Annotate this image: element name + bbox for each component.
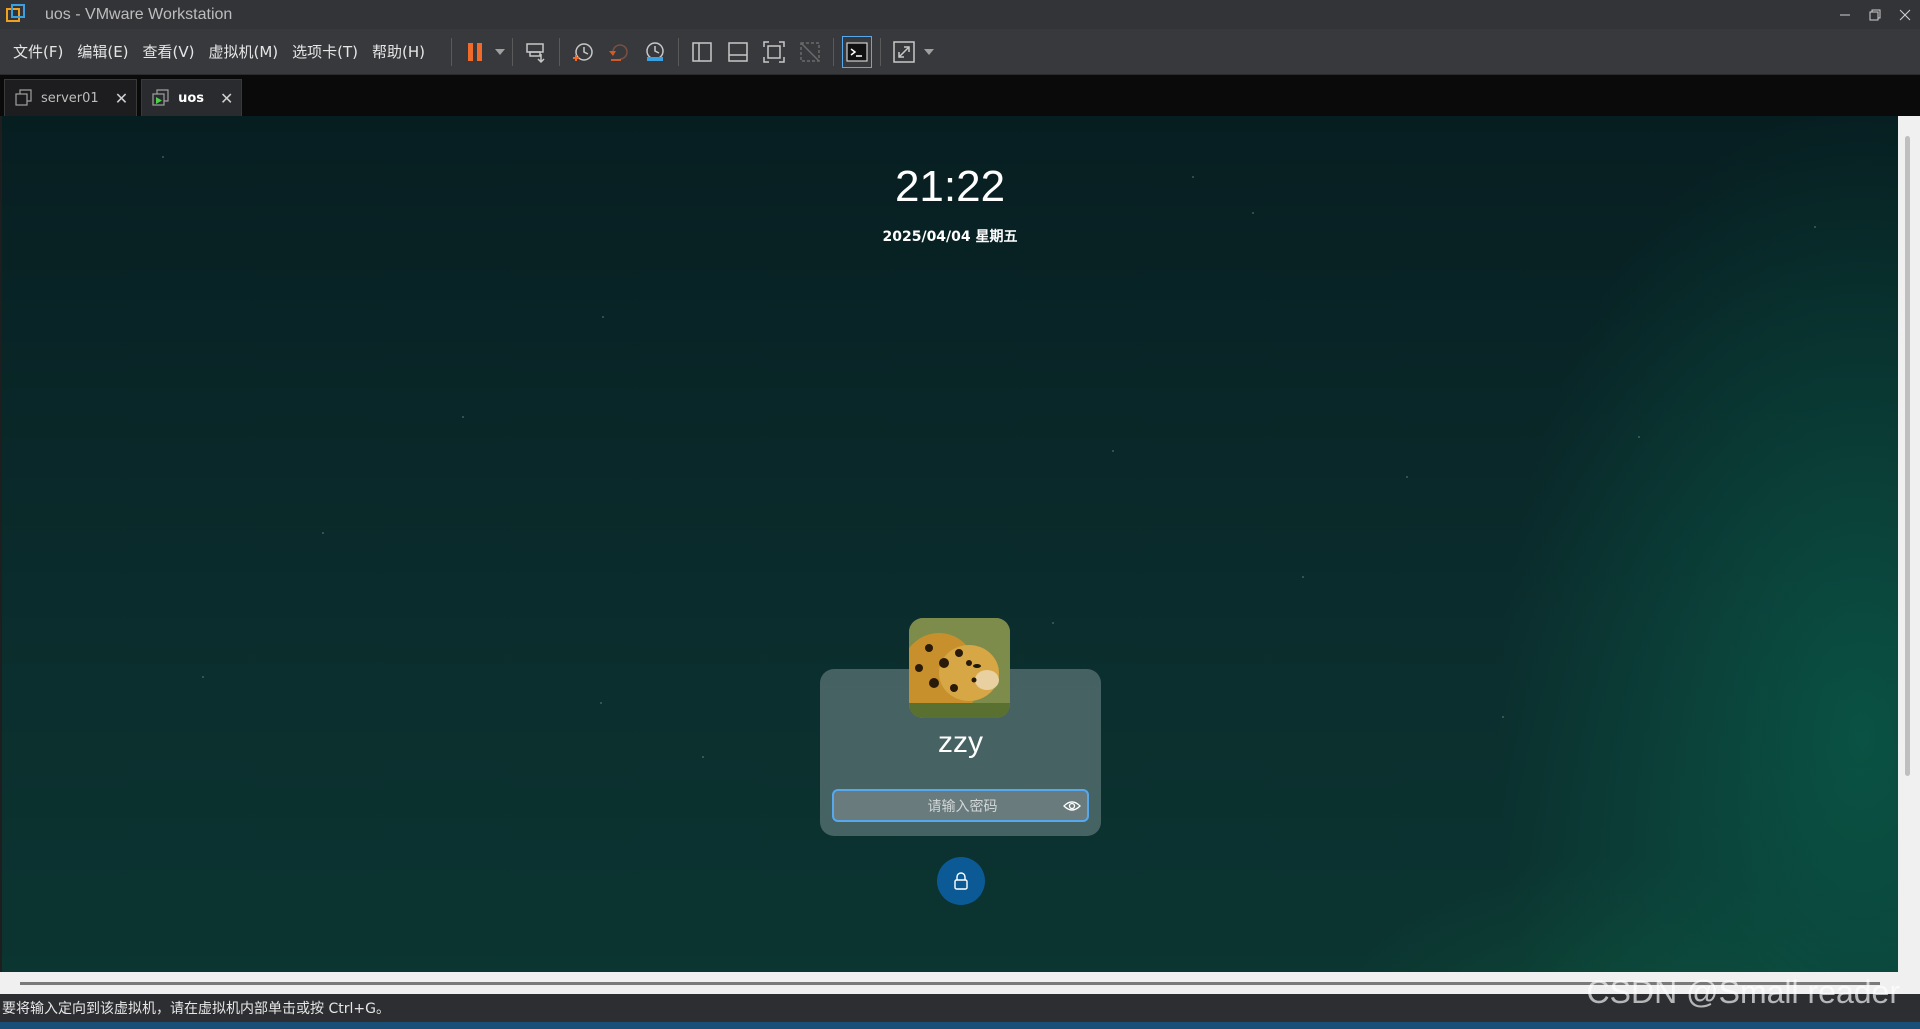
tab-uos[interactable]: uos ✕ bbox=[141, 79, 243, 116]
password-input[interactable] bbox=[834, 791, 1091, 822]
toolbar-separator bbox=[451, 37, 453, 66]
menu-file[interactable]: 文件(F) bbox=[6, 41, 70, 62]
unlock-button[interactable] bbox=[937, 857, 985, 905]
menu-view[interactable]: 查看(V) bbox=[136, 41, 202, 62]
console-view-icon[interactable] bbox=[842, 35, 873, 68]
vm-tab-icon bbox=[15, 89, 32, 106]
scrollbar-thumb[interactable] bbox=[1905, 136, 1910, 776]
title-bar: uos - VMware Workstation bbox=[0, 0, 1920, 29]
pause-icon[interactable] bbox=[457, 34, 493, 70]
stretch-menu-chevron-down-icon[interactable] bbox=[922, 34, 936, 70]
toolbar-separator bbox=[880, 37, 882, 66]
snapshot-take-icon[interactable] bbox=[565, 34, 601, 70]
toolbar-separator bbox=[559, 37, 561, 66]
taskbar-strip bbox=[0, 1022, 1920, 1029]
menu-tabs[interactable]: 选项卡(T) bbox=[285, 41, 365, 62]
show-thumbnail-bar-icon[interactable] bbox=[720, 34, 756, 70]
vertical-scrollbar[interactable] bbox=[1898, 116, 1920, 972]
user-name: zzy bbox=[938, 726, 983, 759]
menu-vm[interactable]: 虚拟机(M) bbox=[202, 41, 286, 62]
restore-button[interactable] bbox=[1860, 0, 1890, 29]
lock-icon bbox=[954, 872, 968, 890]
window-title: uos - VMware Workstation bbox=[45, 5, 233, 23]
lock-date: 2025/04/04 星期五 bbox=[882, 229, 1018, 245]
unity-mode-icon[interactable] bbox=[792, 34, 828, 70]
vm-display[interactable]: 21:22 2025/04/04 星期五 zzy bbox=[2, 116, 1898, 972]
snapshot-manager-icon[interactable] bbox=[637, 34, 673, 70]
toolbar-separator bbox=[678, 37, 680, 66]
tab-label: uos bbox=[178, 90, 205, 106]
menu-help[interactable]: 帮助(H) bbox=[365, 41, 432, 62]
full-screen-icon[interactable] bbox=[756, 34, 792, 70]
vm-tab-bar: server01 ✕ uos ✕ bbox=[0, 75, 1920, 116]
vmware-logo-icon bbox=[5, 3, 27, 26]
lock-clock: 21:22 bbox=[894, 162, 1006, 211]
toolbar: 文件(F) 编辑(E) 查看(V) 虚拟机(M) 选项卡(T) 帮助(H) bbox=[0, 29, 1920, 75]
menu-bar: 文件(F) 编辑(E) 查看(V) 虚拟机(M) 选项卡(T) 帮助(H) bbox=[6, 41, 432, 62]
toolbar-separator bbox=[833, 37, 835, 66]
tab-label: server01 bbox=[41, 90, 99, 106]
close-window-button[interactable] bbox=[1890, 0, 1920, 29]
status-message: 要将输入定向到该虚拟机，请在虚拟机内部单击或按 Ctrl+G。 bbox=[2, 1001, 390, 1017]
close-tab-icon[interactable]: ✕ bbox=[115, 89, 128, 108]
tab-server01[interactable]: server01 ✕ bbox=[4, 79, 138, 116]
close-tab-icon[interactable]: ✕ bbox=[220, 89, 233, 108]
power-menu-chevron-down-icon[interactable] bbox=[493, 34, 507, 70]
user-avatar bbox=[909, 618, 1010, 718]
toolbar-separator bbox=[512, 37, 514, 66]
show-library-icon[interactable] bbox=[684, 34, 720, 70]
watermark: CSDN @Small reader bbox=[1586, 974, 1900, 1010]
minimize-button[interactable] bbox=[1830, 0, 1860, 29]
send-ctrl-alt-del-icon[interactable] bbox=[518, 34, 554, 70]
vmware-window: uos - VMware Workstation 文件(F) 编辑(E) 查看(… bbox=[0, 0, 1920, 1029]
vm-running-tab-icon bbox=[152, 89, 169, 106]
snapshot-revert-icon[interactable] bbox=[601, 34, 637, 70]
menu-edit[interactable]: 编辑(E) bbox=[70, 41, 135, 62]
stretch-guest-icon[interactable] bbox=[886, 34, 922, 70]
show-password-eye-icon[interactable] bbox=[1063, 797, 1081, 815]
password-field[interactable] bbox=[832, 789, 1091, 822]
